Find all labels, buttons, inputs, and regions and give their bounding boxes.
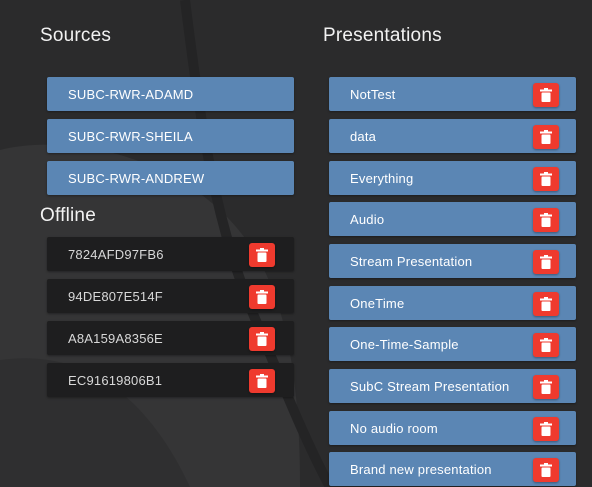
offline-item: 94DE807E514F bbox=[47, 279, 294, 313]
presentation-item[interactable]: Stream Presentation bbox=[329, 244, 576, 278]
trash-icon bbox=[540, 338, 552, 352]
delete-presentation-button[interactable] bbox=[533, 208, 559, 232]
delete-offline-button[interactable] bbox=[249, 285, 275, 309]
presentation-item-label: Audio bbox=[350, 211, 385, 227]
presentations-heading: Presentations bbox=[323, 25, 442, 46]
delete-presentation-button[interactable] bbox=[533, 125, 559, 149]
trash-icon bbox=[540, 88, 552, 102]
source-item-label: SUBC-RWR-ADAMD bbox=[68, 86, 194, 102]
trash-icon bbox=[540, 213, 552, 227]
offline-item: EC91619806B1 bbox=[47, 363, 294, 397]
trash-icon bbox=[540, 255, 552, 269]
presentation-item[interactable]: data bbox=[329, 119, 576, 153]
trash-icon bbox=[540, 380, 552, 394]
delete-presentation-button[interactable] bbox=[533, 83, 559, 107]
trash-icon bbox=[540, 422, 552, 436]
delete-presentation-button[interactable] bbox=[533, 250, 559, 274]
trash-icon bbox=[540, 463, 552, 477]
delete-offline-button[interactable] bbox=[249, 327, 275, 351]
source-item-label: SUBC-RWR-ANDREW bbox=[68, 170, 205, 186]
delete-presentation-button[interactable] bbox=[533, 167, 559, 191]
presentation-item[interactable]: SubC Stream Presentation bbox=[329, 369, 576, 403]
offline-item-label: 94DE807E514F bbox=[68, 288, 163, 304]
presentation-item[interactable]: No audio room bbox=[329, 411, 576, 445]
delete-offline-button[interactable] bbox=[249, 369, 275, 393]
presentation-item-label: OneTime bbox=[350, 295, 405, 311]
presentation-item-label: Brand new presentation bbox=[350, 461, 492, 477]
trash-icon bbox=[256, 290, 268, 304]
presentation-item[interactable]: Brand new presentation bbox=[329, 452, 576, 486]
trash-icon bbox=[540, 130, 552, 144]
delete-presentation-button[interactable] bbox=[533, 292, 559, 316]
offline-item: 7824AFD97FB6 bbox=[47, 237, 294, 271]
delete-presentation-button[interactable] bbox=[533, 417, 559, 441]
trash-icon bbox=[540, 172, 552, 186]
presentation-item-label: One-Time-Sample bbox=[350, 336, 459, 352]
source-item[interactable]: SUBC-RWR-SHEILA bbox=[47, 119, 294, 153]
delete-offline-button[interactable] bbox=[249, 243, 275, 267]
trash-icon bbox=[540, 297, 552, 311]
source-item-label: SUBC-RWR-SHEILA bbox=[68, 128, 193, 144]
presentation-item[interactable]: NotTest bbox=[329, 77, 576, 111]
offline-item-label: EC91619806B1 bbox=[68, 372, 163, 388]
trash-icon bbox=[256, 374, 268, 388]
source-item[interactable]: SUBC-RWR-ANDREW bbox=[47, 161, 294, 195]
offline-item-label: 7824AFD97FB6 bbox=[68, 246, 164, 262]
offline-item-label: A8A159A8356E bbox=[68, 330, 163, 346]
sources-heading: Sources bbox=[40, 25, 112, 46]
source-item[interactable]: SUBC-RWR-ADAMD bbox=[47, 77, 294, 111]
presentation-item[interactable]: OneTime bbox=[329, 286, 576, 320]
presentation-item-label: Stream Presentation bbox=[350, 253, 473, 269]
delete-presentation-button[interactable] bbox=[533, 458, 559, 482]
presentation-item[interactable]: One-Time-Sample bbox=[329, 327, 576, 361]
presentation-item-label: Everything bbox=[350, 170, 414, 186]
presentation-item[interactable]: Audio bbox=[329, 202, 576, 236]
presentation-item-label: SubC Stream Presentation bbox=[350, 378, 510, 394]
trash-icon bbox=[256, 248, 268, 262]
delete-presentation-button[interactable] bbox=[533, 333, 559, 357]
presentation-item[interactable]: Everything bbox=[329, 161, 576, 195]
presentation-item-label: NotTest bbox=[350, 86, 396, 102]
presentation-item-label: data bbox=[350, 128, 377, 144]
trash-icon bbox=[256, 332, 268, 346]
delete-presentation-button[interactable] bbox=[533, 375, 559, 399]
offline-item: A8A159A8356E bbox=[47, 321, 294, 355]
offline-heading: Offline bbox=[40, 205, 96, 226]
presentation-item-label: No audio room bbox=[350, 420, 438, 436]
